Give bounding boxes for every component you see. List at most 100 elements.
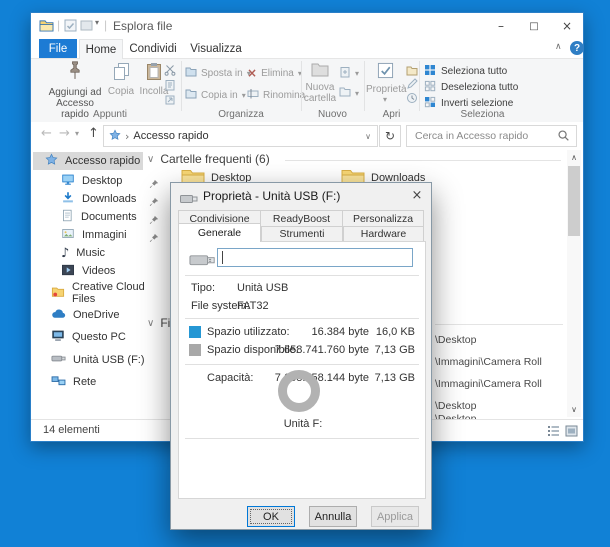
back-button[interactable]: ← (41, 126, 52, 141)
copy-to-dropdown-icon: ▾ (241, 90, 246, 100)
recent-file-path[interactable]: \Desktop (435, 400, 476, 412)
usb-drive-large-icon (189, 252, 217, 273)
pin-icon (149, 212, 159, 224)
frequent-folders-title: Cartelle frequenti (6) (160, 152, 270, 166)
free-space-size: 7,13 GB (374, 344, 415, 356)
maximize-button[interactable]: □ (518, 14, 550, 38)
explorer-logo-icon (39, 19, 54, 37)
network-icon (51, 375, 66, 390)
frequent-folders-heading[interactable]: ∨ Cartelle frequenti (6) (147, 152, 270, 166)
tab-home[interactable]: Home (79, 39, 123, 59)
sidebar-item-creative-cloud[interactable]: Creative Cloud Files (51, 281, 161, 305)
sidebar-label: Unità USB (F:) (73, 354, 145, 366)
group-label-appunti: Appunti (93, 109, 127, 120)
rename-button[interactable]: Rinomina (247, 88, 305, 102)
delete-button[interactable]: × Elimina ▾ (247, 66, 302, 80)
select-all-button[interactable]: Seleziona tutto (424, 64, 507, 79)
move-to-label: Sposta in (201, 67, 243, 79)
deselect-all-button[interactable]: Deseleziona tutto (424, 80, 518, 95)
copy-to-button[interactable]: Copia in ▾ (185, 88, 246, 102)
breadcrumb[interactable]: › Accesso rapido ∨ (103, 125, 378, 147)
new-item-dropdown-icon: ▾ (355, 69, 360, 78)
help-icon[interactable]: ? (570, 41, 584, 55)
pin-icon (149, 176, 159, 188)
dialog-close-button[interactable]: × (407, 186, 427, 204)
search-input[interactable] (413, 127, 557, 145)
sidebar-label: Creative Cloud Files (72, 281, 145, 305)
tab-visualizza[interactable]: Visualizza (185, 39, 247, 58)
item-count: 14 elementi (43, 424, 100, 436)
group-label-apri: Apri (382, 109, 401, 120)
refresh-button[interactable]: ↻ (379, 125, 401, 147)
sidebar-item-usb-drive[interactable]: Unità USB (F:) (51, 351, 161, 369)
easy-access-button[interactable]: ▾ (339, 86, 359, 100)
qat-newfolder-icon[interactable] (80, 19, 93, 37)
dialog-title: Proprietà - Unità USB (F:) (203, 189, 341, 203)
tab-strumenti[interactable]: Strumenti (261, 226, 343, 241)
history-icon[interactable] (406, 91, 418, 109)
recent-locations-dropdown-icon[interactable]: ▾ (75, 129, 79, 138)
vertical-scrollbar[interactable]: ∧ ∨ (567, 150, 581, 417)
properties-button[interactable]: Proprietà ▾ (366, 62, 407, 104)
capacity-label: Capacità: (207, 372, 254, 384)
deselect-all-icon (424, 80, 436, 95)
divider (185, 364, 419, 365)
minimize-button[interactable]: – (485, 14, 517, 38)
tab-readyboost[interactable]: ReadyBoost (260, 210, 343, 226)
sidebar-item-quick-access[interactable]: Accesso rapido (33, 152, 143, 170)
document-icon (61, 209, 74, 225)
qat-divider-2: | (104, 18, 108, 32)
move-to-icon (185, 66, 197, 80)
used-space-size: 16,0 KB (375, 326, 415, 338)
list-view-icon[interactable] (547, 425, 560, 440)
delete-label: Elimina (261, 67, 294, 79)
up-button[interactable]: ↑ (88, 126, 99, 141)
address-dropdown-icon[interactable]: ∨ (365, 132, 371, 141)
thumbnail-view-icon[interactable] (565, 425, 578, 440)
copy-button[interactable]: Copia (105, 62, 137, 97)
usb-drive-icon (180, 191, 198, 209)
search-icon[interactable] (557, 129, 570, 147)
copy-to-icon (185, 88, 197, 102)
window-title: Esplora file (113, 19, 173, 33)
qat-properties-icon[interactable] (64, 19, 77, 37)
recent-file-path[interactable]: \Immagini\Camera Roll (435, 378, 542, 390)
copy-icon (113, 63, 130, 85)
section-rule (435, 324, 563, 325)
copy-label: Copia (107, 86, 135, 97)
add-quick-access-label-1: Aggiungi ad (48, 87, 102, 98)
tab-condividi[interactable]: Condividi (123, 39, 183, 58)
breadcrumb-location[interactable]: Accesso rapido (133, 130, 208, 142)
tab-personalizza[interactable]: Personalizza (342, 210, 424, 226)
ok-button[interactable]: OK (247, 506, 295, 527)
drive-letter-label: Unità F: (283, 418, 323, 430)
recent-file-path[interactable]: \Immagini\Camera Roll (435, 356, 542, 368)
collapse-ribbon-icon[interactable]: ∧ (555, 42, 562, 52)
tab-file[interactable]: File (39, 39, 77, 58)
sidebar-item-music[interactable]: ♪ Music (61, 244, 171, 262)
collapse-section-icon: ∨ (147, 153, 155, 165)
sidebar-item-questo-pc[interactable]: Questo PC (51, 328, 161, 346)
group-divider (419, 61, 420, 111)
sidebar-item-onedrive[interactable]: OneDrive (51, 306, 161, 324)
tab-generale[interactable]: Generale (178, 223, 261, 242)
cloud-icon (51, 308, 66, 322)
recent-file-path[interactable]: \Desktop (435, 334, 476, 346)
volume-label-input[interactable] (217, 248, 413, 267)
scroll-down-icon[interactable]: ∨ (567, 405, 581, 414)
new-folder-button[interactable]: Nuova cartella (303, 62, 337, 104)
close-button[interactable]: × (551, 14, 583, 38)
scrollbar-thumb[interactable] (568, 166, 580, 236)
new-item-button[interactable]: ▾ (339, 66, 359, 81)
sidebar-label: Music (76, 247, 106, 259)
sidebar-item-rete[interactable]: Rete (51, 373, 161, 391)
titlebar: | ▾ | Esplora file – □ × (31, 13, 583, 39)
qat-customize-chevron-icon[interactable]: ▾ (95, 18, 99, 27)
sidebar-item-videos[interactable]: Videos (61, 262, 171, 280)
scroll-up-icon[interactable]: ∧ (567, 153, 581, 162)
move-to-button[interactable]: Sposta in ▾ (185, 66, 251, 80)
cancel-button[interactable]: Annulla (309, 506, 357, 527)
sidebar-label: Videos (82, 265, 116, 277)
tab-hardware[interactable]: Hardware (343, 226, 424, 241)
forward-button[interactable]: → (59, 126, 70, 141)
